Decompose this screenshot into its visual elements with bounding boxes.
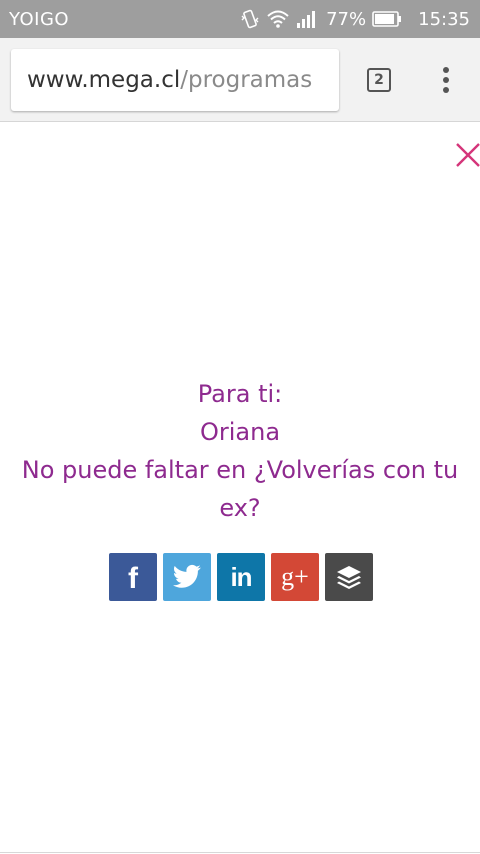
twitter-icon xyxy=(172,564,201,588)
facebook-icon: f xyxy=(128,562,138,595)
url-host: www.mega.cl xyxy=(27,67,181,93)
status-time: 15:35 xyxy=(418,8,470,30)
buffer-icon xyxy=(337,566,361,589)
message-body: No puede faltar en ¿Volverías con tu ex? xyxy=(21,456,459,522)
googleplus-icon: g+ xyxy=(281,562,309,591)
address-bar[interactable]: www.mega.cl/programas xyxy=(11,49,339,111)
status-bar: YOIGO 77% 15:35 xyxy=(0,0,480,38)
signal-icon xyxy=(296,9,318,29)
browser-toolbar: www.mega.cl/programas 2 xyxy=(0,38,480,122)
url-path: /programas xyxy=(180,67,313,93)
message-greeting: Para ti: xyxy=(197,380,283,408)
facebook-share-button[interactable]: f xyxy=(109,553,157,601)
bottom-divider xyxy=(0,852,480,853)
close-icon[interactable] xyxy=(455,142,480,168)
share-message: Para ti: Oriana No puede faltar en ¿Volv… xyxy=(20,375,460,527)
linkedin-icon: in xyxy=(230,561,252,592)
status-icons: 77% 15:35 xyxy=(240,9,470,30)
message-name: Oriana xyxy=(199,418,281,446)
share-buttons: f in g+ xyxy=(109,553,373,601)
tab-switcher-button[interactable]: 2 xyxy=(367,68,391,92)
vibrate-icon xyxy=(240,9,260,29)
twitter-share-button[interactable] xyxy=(163,553,211,601)
wifi-icon xyxy=(266,9,290,29)
linkedin-share-button[interactable]: in xyxy=(217,553,265,601)
googleplus-share-button[interactable]: g+ xyxy=(271,553,319,601)
battery-icon xyxy=(372,10,402,28)
overflow-menu-icon[interactable] xyxy=(436,66,456,94)
battery-percent: 77% xyxy=(326,8,367,30)
buffer-share-button[interactable] xyxy=(325,553,373,601)
carrier-name: YOIGO xyxy=(9,8,70,30)
